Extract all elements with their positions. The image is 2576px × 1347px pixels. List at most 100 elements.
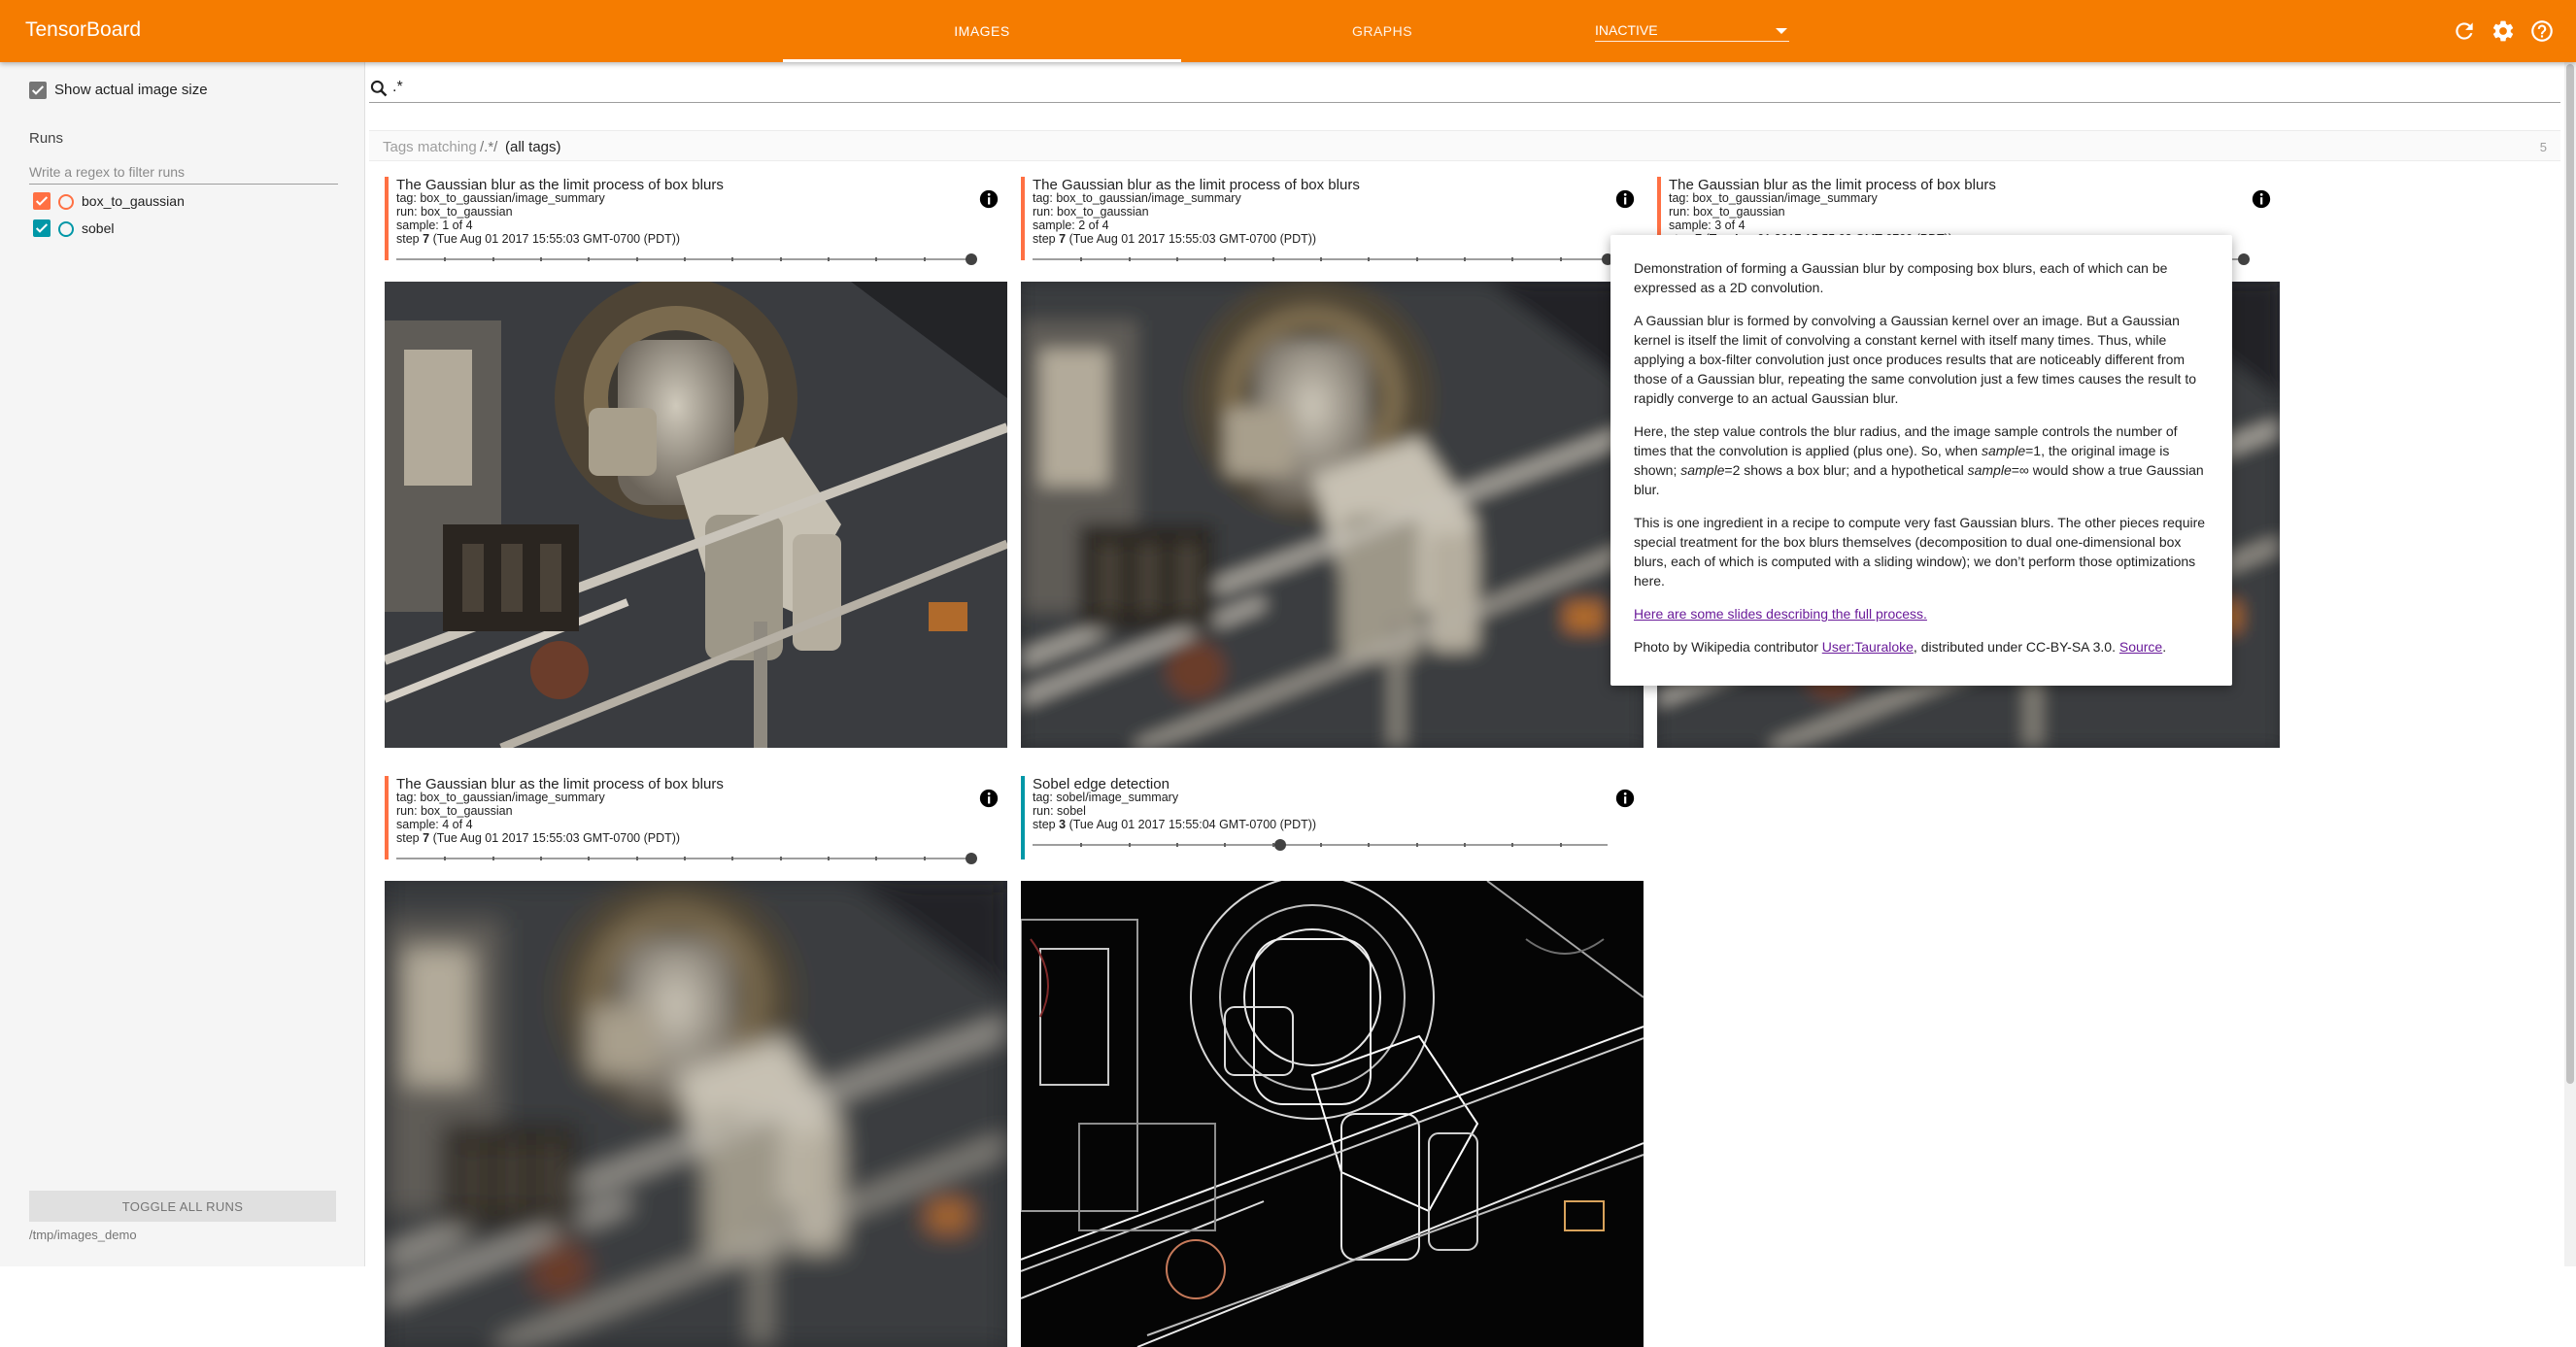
dropdown-value: INACTIVE [1595,22,1658,38]
description-paragraph: Here, the step value controls the blur r… [1634,423,2204,497]
run-color-radio[interactable] [58,194,74,210]
slider-tick [731,257,734,261]
card-step: step 7 (Tue Aug 01 2017 15:55:03 GMT-070… [396,831,681,845]
info-icon[interactable] [2251,188,2272,210]
step-slider[interactable] [1033,253,1613,266]
description-popup: Demonstration of forming a Gaussian blur… [1610,235,2232,686]
step-slider[interactable] [396,852,977,865]
card-sample: sample: 4 of 4 [396,818,473,831]
image-card: Sobel edge detection tag: sobel/image_sum… [1021,776,1644,1347]
info-icon[interactable] [1614,188,1636,210]
slider-tick [1464,257,1466,261]
slider-tick [828,857,830,860]
tab-images-label: IMAGES [954,23,1010,39]
page-scrollbar[interactable] [2564,62,2576,1266]
tags-all-label: (all tags) [505,139,561,155]
settings-gear-icon[interactable] [2491,18,2516,44]
slider-tick [779,857,782,860]
refresh-icon[interactable] [2452,18,2477,44]
help-icon[interactable] [2529,18,2555,44]
card-sample: sample: 3 of 4 [1669,219,1746,232]
run-checkbox[interactable] [33,192,51,210]
top-app-bar: TensorBoard IMAGES GRAPHS INACTIVE [0,0,2576,62]
card-tag: tag: box_to_gaussian/image_summary [1669,191,1878,205]
inactive-plugins-dropdown[interactable]: INACTIVE [1595,20,1789,42]
slider-tick [1415,257,1418,261]
slider-knob[interactable] [966,853,977,864]
info-icon[interactable] [978,788,1000,809]
tags-pattern: /.*/ [480,139,498,155]
active-tab-indicator [783,59,1181,62]
slider-knob[interactable] [1273,839,1286,851]
slider-tick [1224,257,1227,261]
slider-tick [588,857,591,860]
image-card-header: The Gaussian blur as the limit process o… [1021,177,1644,265]
slider-tick [1176,257,1178,261]
slider-tick [923,857,926,860]
card-tag: tag: box_to_gaussian/image_summary [1033,191,1241,205]
card-step: step 7 (Tue Aug 01 2017 15:55:03 GMT-070… [396,232,681,246]
source-link[interactable]: Source [2119,639,2162,655]
run-item-sobel[interactable]: sobel [33,219,324,239]
card-sample: sample: 1 of 4 [396,219,473,232]
mechanism-photo [385,282,1007,748]
run-filter-input[interactable] [29,159,338,185]
tab-graphs-label: GRAPHS [1351,23,1413,39]
info-icon[interactable] [978,188,1000,210]
card-run: run: box_to_gaussian [396,804,513,818]
image-card-header: The Gaussian blur as the limit process o… [385,776,1007,864]
image-card-header: Sobel edge detection tag: sobel/image_sum… [1021,776,1644,859]
dropdown-arrow-icon [1776,28,1787,34]
description-paragraph: A Gaussian blur is formed by convolving … [1634,313,2196,406]
run-item-box-to-gaussian[interactable]: box_to_gaussian [33,192,324,212]
slider-tick [1080,843,1083,847]
image-card: The Gaussian blur as the limit process o… [385,177,1007,748]
slider-tick [1128,257,1131,261]
show-actual-size-checkbox[interactable] [29,82,47,99]
user-link[interactable]: User:Tauraloke [1822,639,1914,655]
step-slider[interactable] [396,253,977,266]
slider-tick [828,257,830,261]
slider-knob[interactable] [966,253,977,265]
tag-search-input[interactable] [392,76,1169,99]
tag-search-bar [369,74,2560,103]
run-checkbox[interactable] [33,219,51,237]
sobel-edge-image [1021,881,1644,1347]
photo-credit: Photo by Wikipedia contributor User:Taur… [1634,639,2167,655]
slider-tick [1511,257,1514,261]
info-icon[interactable] [1614,788,1636,809]
scrollbar-thumb[interactable] [2566,64,2574,1084]
slider-tick [875,857,878,860]
card-tag: tag: sobel/image_summary [1033,791,1179,804]
slider-tick [540,257,542,261]
slider-tick [588,257,591,261]
card-run: run: sobel [1033,804,1086,818]
checkmark-icon [31,85,45,95]
runs-heading: Runs [29,130,64,147]
slides-link[interactable]: Here are some slides describing the full… [1634,606,1927,622]
card-run: run: box_to_gaussian [1033,205,1149,219]
run-name: box_to_gaussian [82,193,185,209]
app-title: TensorBoard [25,18,142,41]
run-name: sobel [82,220,115,236]
step-slider[interactable] [1033,838,1608,852]
image-card: The Gaussian blur as the limit process o… [385,776,1007,1347]
slider-tick [875,257,878,261]
slider-tick [779,257,782,261]
slider-tick [1368,843,1371,847]
checkmark-icon [35,196,49,206]
slider-tick [731,857,734,860]
run-color-radio[interactable] [58,221,74,237]
card-step: step 7 (Tue Aug 01 2017 15:55:03 GMT-070… [1033,232,1317,246]
slider-knob[interactable] [2238,253,2250,265]
tab-graphs[interactable]: GRAPHS [1183,0,1581,62]
search-icon [370,80,388,97]
tag-category-header[interactable]: Tags matching /.*/ (all tags) 5 [369,130,2560,161]
slider-tick [540,857,542,860]
sidebar: Show actual image size Runs box_to_gauss… [0,62,365,1266]
card-tag: tag: box_to_gaussian/image_summary [396,791,605,804]
tab-images[interactable]: IMAGES [783,0,1181,62]
show-actual-size-label: Show actual image size [54,82,208,98]
slider-tick [1080,257,1083,261]
toggle-all-runs-button[interactable]: TOGGLE ALL RUNS [29,1191,336,1222]
